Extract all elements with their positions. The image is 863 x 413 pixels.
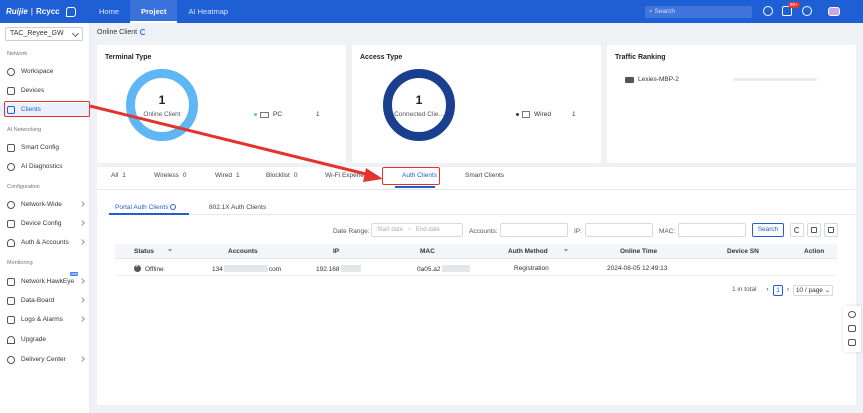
- annotation-arrow-line: [89, 104, 379, 179]
- annotation-overlay: [89, 104, 383, 182]
- annotation-arrow-head: [363, 168, 383, 182]
